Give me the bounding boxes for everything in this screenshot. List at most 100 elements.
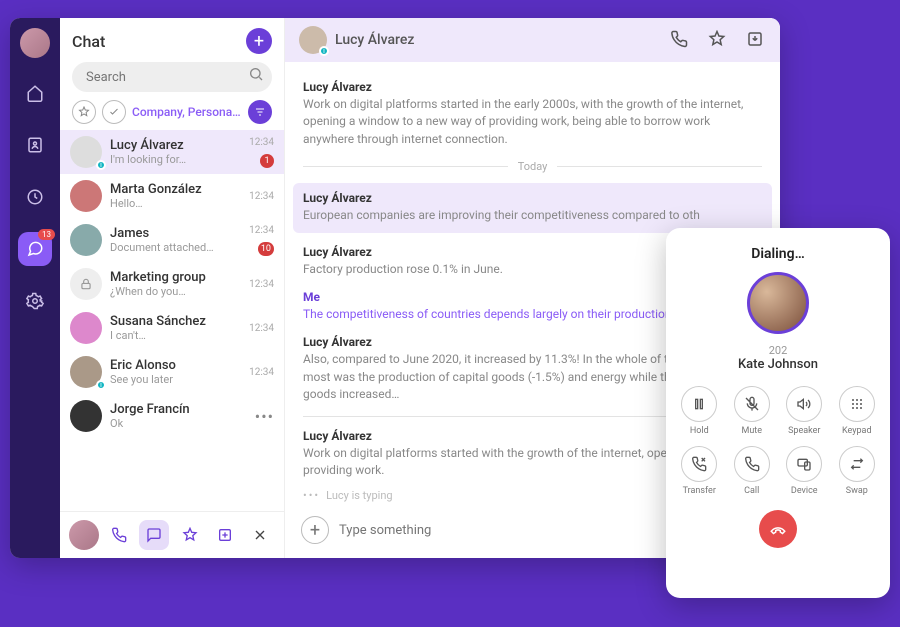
new-chat-button[interactable]: +	[246, 28, 272, 54]
nav-contacts[interactable]	[18, 128, 52, 162]
message-sender: Lucy Álvarez	[303, 80, 762, 94]
message: Lucy Álvarez Work on digital platforms s…	[303, 80, 762, 148]
call-button-label: Device	[791, 486, 818, 496]
chat-item[interactable]: Marketing group ¿When do you… 12:34	[60, 262, 284, 306]
search-input[interactable]	[72, 62, 272, 92]
pause-icon	[691, 396, 707, 412]
call-swap-button[interactable]: Swap	[836, 446, 879, 496]
chat-more-button[interactable]: •••	[255, 407, 274, 426]
sidebar-title: Chat	[72, 32, 105, 51]
chat-item[interactable]: Jorge Francín Ok •••	[60, 394, 284, 438]
sidebar-header: Chat +	[60, 18, 284, 62]
chat-list: i Lucy Álvarez I'm looking for… 12:34 1 …	[60, 130, 284, 511]
presence-icon: i	[96, 160, 106, 170]
chat-name: Susana Sánchez	[110, 314, 241, 329]
call-button-label: Keypad	[842, 426, 872, 436]
nav-home[interactable]	[18, 76, 52, 110]
call-avatar	[747, 272, 809, 334]
check-icon	[108, 106, 120, 118]
call-contact-name: Kate Johnson	[738, 357, 818, 372]
call-controls: Hold Mute Speaker Keypad Transfer Call D…	[678, 386, 878, 496]
filter-row: Company, Personal, Coll…	[60, 100, 284, 130]
typing-dots-icon: •••	[303, 489, 320, 502]
chat-icon	[26, 240, 44, 258]
chat-name: Lucy Álvarez	[110, 138, 241, 153]
sidebar: Chat + Company, Personal, Coll… i	[60, 18, 285, 558]
chat-time: 12:34	[249, 367, 274, 378]
call-button-label: Hold	[690, 426, 709, 436]
chat-time: 12:34	[249, 279, 274, 290]
call-button-label: Speaker	[788, 426, 820, 436]
call-button-label: Swap	[846, 486, 868, 496]
call-keypad-button[interactable]: Keypad	[836, 386, 879, 436]
quick-action-share[interactable]	[210, 520, 240, 550]
star-icon	[182, 527, 198, 543]
user-avatar[interactable]	[20, 28, 50, 58]
nav-settings[interactable]	[18, 284, 52, 318]
favorite-filter-button[interactable]	[72, 100, 96, 124]
chat-avatar	[70, 268, 102, 300]
share-icon	[217, 527, 233, 543]
app-window: 13 Chat + Company, Personal, Coll…	[10, 18, 780, 558]
call-add-button[interactable]: Call	[731, 446, 774, 496]
filter-button[interactable]	[248, 100, 272, 124]
chat-name: Marketing group	[110, 270, 241, 285]
swap-icon	[849, 456, 865, 472]
chat-item[interactable]: James Document attached… 12:34 10	[60, 218, 284, 262]
chat-bubble-icon	[146, 527, 162, 543]
quick-action-call[interactable]	[104, 520, 134, 550]
chat-time: 12:34	[249, 323, 274, 334]
phone-icon	[744, 456, 760, 472]
message-body: European companies are improving their c…	[303, 207, 762, 224]
phone-icon	[670, 30, 688, 48]
header-avatar[interactable]: i	[299, 26, 327, 54]
message-sender: Lucy Álvarez	[303, 191, 762, 205]
nav-chat[interactable]: 13	[18, 232, 52, 266]
presence-icon: i	[96, 380, 106, 390]
unread-badge: 1	[260, 154, 274, 168]
header-popout-button[interactable]	[746, 30, 766, 50]
chat-name: James	[110, 226, 241, 241]
quick-action-favorite[interactable]	[175, 520, 205, 550]
chat-avatar	[70, 224, 102, 256]
call-transfer-button[interactable]: Transfer	[678, 446, 721, 496]
chat-item[interactable]: Marta González Hello… 12:34	[60, 174, 284, 218]
chat-item[interactable]: i Lucy Álvarez I'm looking for… 12:34 1	[60, 130, 284, 174]
quick-actions	[60, 511, 284, 558]
chat-preview: Ok	[110, 417, 247, 430]
conversation-title: Lucy Álvarez	[335, 32, 652, 48]
quick-action-close[interactable]	[245, 520, 275, 550]
star-icon	[78, 106, 90, 118]
filter-dropdown[interactable]: Company, Personal, Coll…	[132, 105, 242, 119]
chat-avatar: i	[70, 356, 102, 388]
gear-icon	[26, 292, 44, 310]
chat-item[interactable]: Susana Sánchez I can't… 12:34	[60, 306, 284, 350]
read-filter-button[interactable]	[102, 100, 126, 124]
clock-icon	[26, 188, 44, 206]
header-favorite-button[interactable]	[708, 30, 728, 50]
chat-avatar	[70, 180, 102, 212]
quick-action-avatar[interactable]	[69, 520, 99, 550]
call-extension: 202	[769, 344, 788, 357]
quick-action-chat[interactable]	[139, 520, 169, 550]
unread-badge: 10	[258, 242, 274, 256]
chat-item[interactable]: i Eric Alonso See you later 12:34	[60, 350, 284, 394]
message-highlighted[interactable]: Lucy Álvarez European companies are impr…	[293, 183, 772, 232]
call-hold-button[interactable]: Hold	[678, 386, 721, 436]
call-device-button[interactable]: Device	[783, 446, 826, 496]
popout-icon	[746, 30, 764, 48]
header-call-button[interactable]	[670, 30, 690, 50]
hangup-button[interactable]	[759, 510, 797, 548]
compose-attach-button[interactable]: +	[301, 516, 329, 544]
chat-preview: Hello…	[110, 197, 241, 210]
chat-name: Jorge Francín	[110, 402, 247, 417]
chat-avatar	[70, 312, 102, 344]
chat-preview: Document attached…	[110, 241, 241, 254]
call-mute-button[interactable]: Mute	[731, 386, 774, 436]
speaker-icon	[796, 396, 812, 412]
nav-rail: 13	[10, 18, 60, 558]
chat-name: Marta González	[110, 182, 241, 197]
chat-preview: I can't…	[110, 329, 241, 342]
nav-recent[interactable]	[18, 180, 52, 214]
call-speaker-button[interactable]: Speaker	[783, 386, 826, 436]
